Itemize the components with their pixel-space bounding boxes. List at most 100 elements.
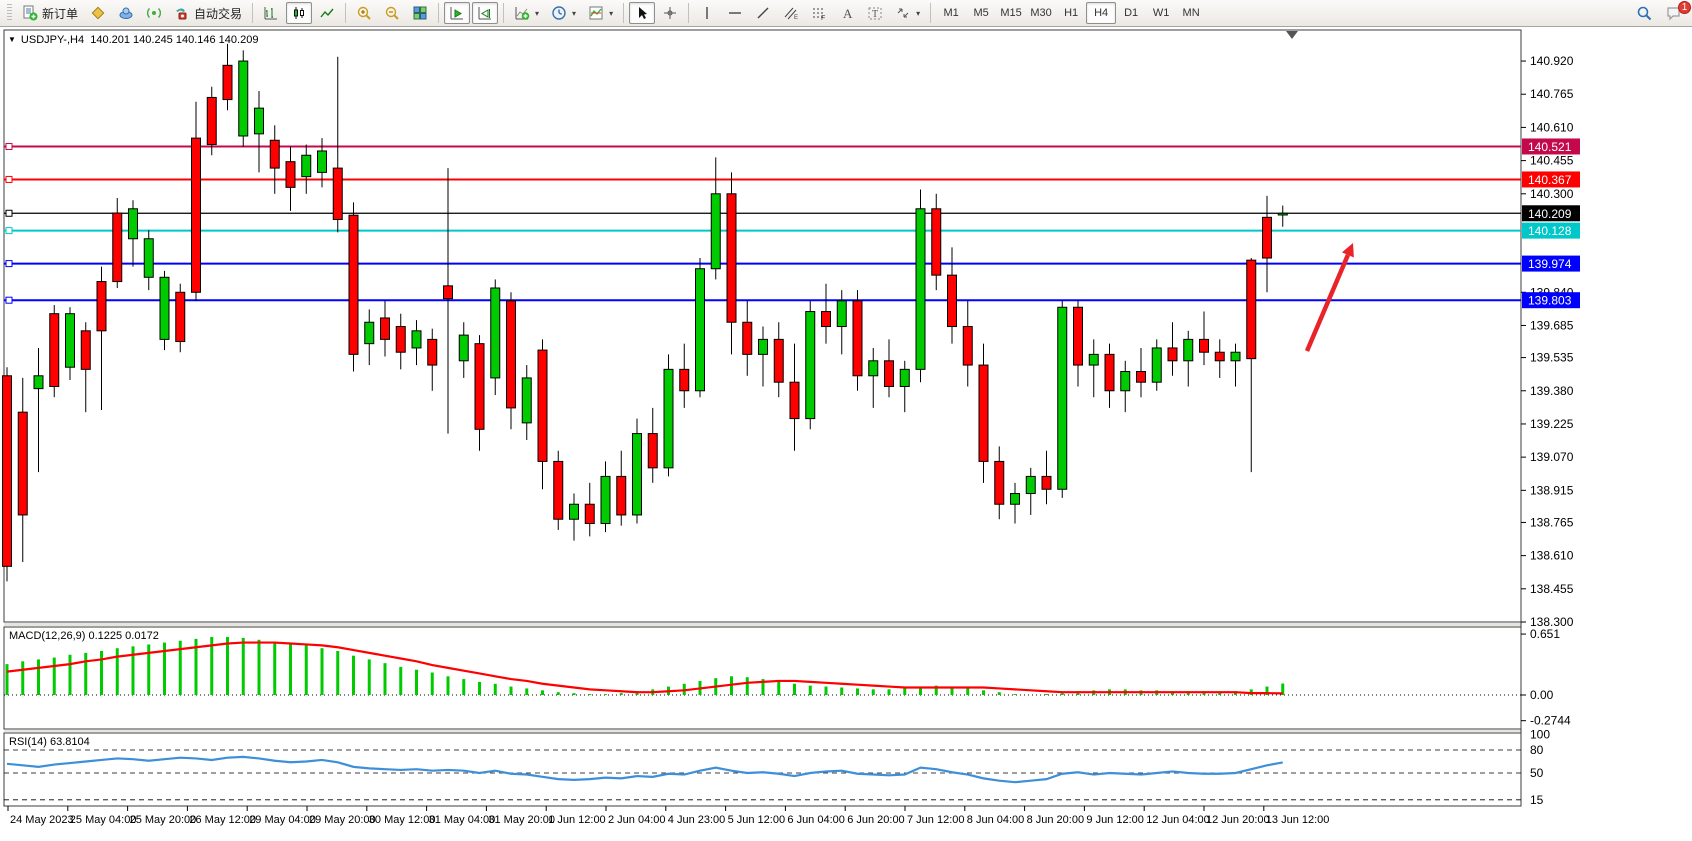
candle-body xyxy=(192,138,201,292)
candle-body xyxy=(1152,348,1161,382)
chart-shift-icon xyxy=(477,5,493,21)
vertical-line-tool-button[interactable] xyxy=(694,2,720,24)
candle-body xyxy=(1074,307,1083,365)
main-toolbar: 新订单 自动交易 ▾ ▾ xyxy=(0,0,1692,27)
time-label: 25 May 20:00 xyxy=(130,814,197,826)
mql-community-button[interactable] xyxy=(85,2,111,24)
candle-body xyxy=(601,476,610,523)
equidistant-channel-icon: E xyxy=(783,5,799,21)
horizontal-line-tool-button[interactable] xyxy=(722,2,748,24)
price-tick-label: 138.610 xyxy=(1530,549,1574,563)
line-chart-mode-button[interactable] xyxy=(314,2,340,24)
candle-body xyxy=(491,288,500,378)
notification-badge: 1 xyxy=(1678,1,1691,14)
crosshair-tool-button[interactable] xyxy=(657,2,683,24)
fibonacci-tool-button[interactable]: F xyxy=(806,2,832,24)
indicators-button[interactable]: ▾ xyxy=(509,2,544,24)
zoom-out-button[interactable] xyxy=(379,2,405,24)
arrows-tool-button[interactable]: ▾ xyxy=(890,2,925,24)
signals-icon xyxy=(146,5,162,21)
timeframe-m5-button[interactable]: M5 xyxy=(966,2,996,24)
candle-body xyxy=(522,378,531,423)
time-label: 24 May 2023 xyxy=(10,814,74,826)
candle-body xyxy=(302,155,311,176)
candle-body xyxy=(113,213,122,282)
time-label: 13 Jun 12:00 xyxy=(1266,814,1330,826)
candlestick-mode-button[interactable] xyxy=(286,2,312,24)
price-tick-label: 140.920 xyxy=(1530,54,1574,68)
candle-body xyxy=(144,239,153,278)
chart-window[interactable]: 140.920140.765140.610140.455140.300139.8… xyxy=(0,28,1692,841)
chart-canvas[interactable]: 140.920140.765140.610140.455140.300139.8… xyxy=(0,28,1692,841)
macd-axis-label: 0.651 xyxy=(1530,627,1560,641)
timeframe-d1-button[interactable]: D1 xyxy=(1116,2,1146,24)
search-button[interactable] xyxy=(1631,2,1658,24)
tile-windows-button[interactable] xyxy=(407,2,433,24)
bar-chart-mode-button[interactable] xyxy=(258,2,284,24)
new-order-label: 新订单 xyxy=(42,5,78,22)
text-label-tool-button[interactable]: T xyxy=(862,2,888,24)
candle-body xyxy=(412,331,421,348)
toolbar-separator xyxy=(503,3,504,23)
cursor-tool-button[interactable] xyxy=(629,2,655,24)
candle-body xyxy=(160,277,169,339)
trendline-tool-button[interactable] xyxy=(750,2,776,24)
candle-body xyxy=(129,209,138,239)
candle-body xyxy=(34,376,43,389)
pane-splitter xyxy=(4,623,1521,626)
crosshair-icon xyxy=(662,5,678,21)
new-order-icon xyxy=(22,5,38,21)
timeframe-group: M1M5M15M30H1H4D1W1MN xyxy=(936,2,1206,24)
macd-indicator-label: MACD(12,26,9) 0.1225 0.0172 xyxy=(9,630,159,642)
price-tick-label: 140.765 xyxy=(1530,87,1574,101)
candle-body xyxy=(759,339,768,354)
time-label: 8 Jun 20:00 xyxy=(1027,814,1085,826)
candle-body xyxy=(1089,354,1098,365)
auto-trading-button[interactable]: 自动交易 xyxy=(169,2,247,24)
candle-body xyxy=(1011,494,1020,505)
svg-text:T: T xyxy=(872,9,878,20)
text-tool-button[interactable]: A xyxy=(834,2,860,24)
candle-body xyxy=(81,331,90,370)
time-label: 25 May 04:00 xyxy=(70,814,137,826)
templates-button[interactable]: ▾ xyxy=(583,2,618,24)
timeframe-h1-button[interactable]: H1 xyxy=(1056,2,1086,24)
virtual-hosting-button[interactable] xyxy=(113,2,139,24)
candle-body xyxy=(900,369,909,386)
time-label: 1 Jun 12:00 xyxy=(548,814,606,826)
candle-body xyxy=(459,335,468,361)
timeframe-w1-button[interactable]: W1 xyxy=(1146,2,1176,24)
equidistant-channel-tool-button[interactable]: E xyxy=(778,2,804,24)
auto-scroll-button[interactable] xyxy=(444,2,470,24)
mql-cube-icon xyxy=(90,5,106,21)
candle-body xyxy=(837,301,846,327)
candle-body xyxy=(885,361,894,387)
timeframe-m30-button[interactable]: M30 xyxy=(1026,2,1056,24)
symbol-period-label: USDJPY-,H4 xyxy=(21,34,84,46)
price-tick-label: 138.915 xyxy=(1530,483,1574,497)
candle-body xyxy=(50,314,59,387)
price-badge-label: 140.209 xyxy=(1528,207,1572,221)
toolbar-grip[interactable] xyxy=(7,4,12,22)
timeframe-h4-button[interactable]: H4 xyxy=(1086,2,1116,24)
candle-body xyxy=(916,209,925,370)
candle-body xyxy=(286,162,295,188)
signals-button[interactable] xyxy=(141,2,167,24)
toolbar-separator xyxy=(438,3,439,23)
timeframe-m1-button[interactable]: M1 xyxy=(936,2,966,24)
timeframe-m15-button[interactable]: M15 xyxy=(996,2,1026,24)
dropdown-caret: ▾ xyxy=(535,9,539,18)
time-label: 4 Jun 23:00 xyxy=(668,814,726,826)
candle-body xyxy=(617,476,626,515)
chart-shift-button[interactable] xyxy=(472,2,498,24)
candlestick-chart-icon xyxy=(291,5,307,21)
timeframe-mn-button[interactable]: MN xyxy=(1176,2,1206,24)
chart-menu-arrow-icon[interactable]: ▼ xyxy=(8,35,16,44)
candle-body xyxy=(97,282,106,331)
price-tick-label: 140.300 xyxy=(1530,187,1574,201)
new-order-button[interactable]: 新订单 xyxy=(17,2,83,24)
hline-handle xyxy=(6,210,12,216)
zoom-in-button[interactable] xyxy=(351,2,377,24)
chat-button[interactable]: 1 xyxy=(1660,2,1688,24)
periods-button[interactable]: ▾ xyxy=(546,2,581,24)
